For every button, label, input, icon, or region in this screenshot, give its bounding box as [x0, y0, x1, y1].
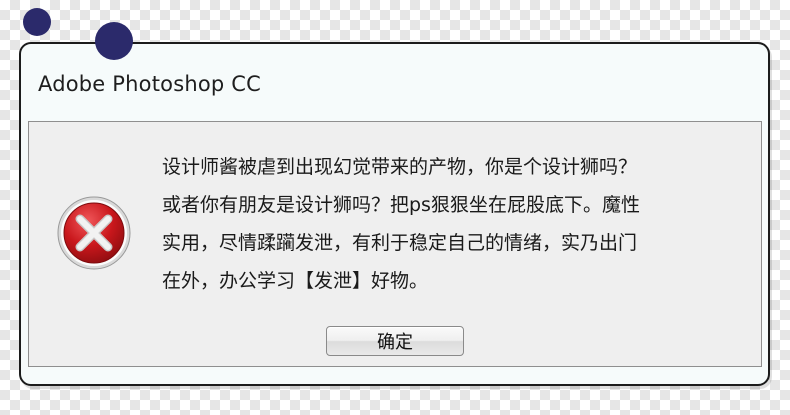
dialog-body: 设计师酱被虐到出现幻觉带来的产物，你是个设计狮吗？ 或者你有朋友是设计狮吗？把p… — [28, 121, 762, 367]
ok-button[interactable]: 确定 — [326, 326, 464, 356]
dialog-window: Adobe Photoshop CC 设计师酱被虐到出现幻觉带来的产物，你是个设… — [19, 42, 770, 386]
error-x-icon — [57, 196, 131, 270]
dialog-message: 设计师酱被虐到出现幻觉带来的产物，你是个设计狮吗？ 或者你有朋友是设计狮吗？把p… — [162, 156, 640, 292]
decorative-dot — [23, 8, 51, 36]
window-title: Adobe Photoshop CC — [38, 72, 262, 96]
decorative-dot — [95, 22, 133, 60]
